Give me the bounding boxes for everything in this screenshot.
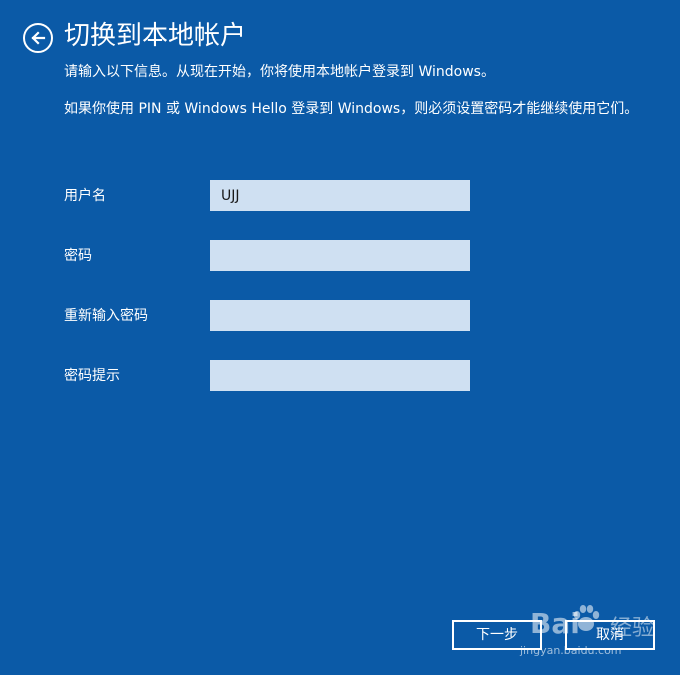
username-row: 用户名 xyxy=(64,180,484,212)
password-hint-label: 密码提示 xyxy=(64,368,120,384)
page-title: 切换到本地帐户 xyxy=(64,21,247,51)
confirm-password-row: 重新输入密码 xyxy=(64,300,484,332)
username-input[interactable] xyxy=(210,180,470,211)
confirm-password-input[interactable] xyxy=(210,300,470,331)
password-hint-row: 密码提示 xyxy=(64,360,484,392)
description-text: 请输入以下信息。从现在开始，你将使用本地帐户登录到 Windows。 xyxy=(64,64,495,80)
password-hint-input[interactable] xyxy=(210,360,470,391)
password-input[interactable] xyxy=(210,240,470,271)
cancel-button[interactable]: 取消 xyxy=(565,620,655,650)
next-button[interactable]: 下一步 xyxy=(452,620,542,650)
confirm-password-label: 重新输入密码 xyxy=(64,308,148,324)
back-button[interactable] xyxy=(23,23,53,53)
description-note: 如果你使用 PIN 或 Windows Hello 登录到 Windows，则必… xyxy=(64,101,639,117)
password-label: 密码 xyxy=(64,248,92,264)
password-row: 密码 xyxy=(64,240,484,272)
back-arrow-icon xyxy=(31,31,46,45)
username-label: 用户名 xyxy=(64,188,106,204)
account-dialog: 切换到本地帐户 请输入以下信息。从现在开始，你将使用本地帐户登录到 Window… xyxy=(0,0,680,675)
